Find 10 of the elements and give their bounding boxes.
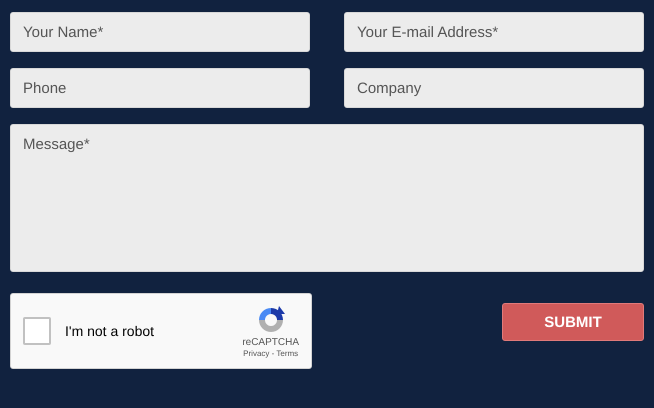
captcha-label: I'm not a robot <box>65 323 156 339</box>
message-field[interactable]: Message* <box>10 124 644 272</box>
input-field[interactable]: Your Name* <box>10 12 310 52</box>
input-field[interactable]: Your E-mail Address* <box>344 12 644 52</box>
submit-button[interactable]: SUBMIT <box>502 303 644 341</box>
input-field[interactable]: Phone <box>10 68 310 108</box>
checkbox[interactable] <box>23 317 51 345</box>
captcha-brand: reCAPTCHA <box>242 337 299 348</box>
input-field[interactable]: Company <box>344 68 644 108</box>
privacy-terms-links[interactable]: Privacy - Terms <box>243 349 298 358</box>
